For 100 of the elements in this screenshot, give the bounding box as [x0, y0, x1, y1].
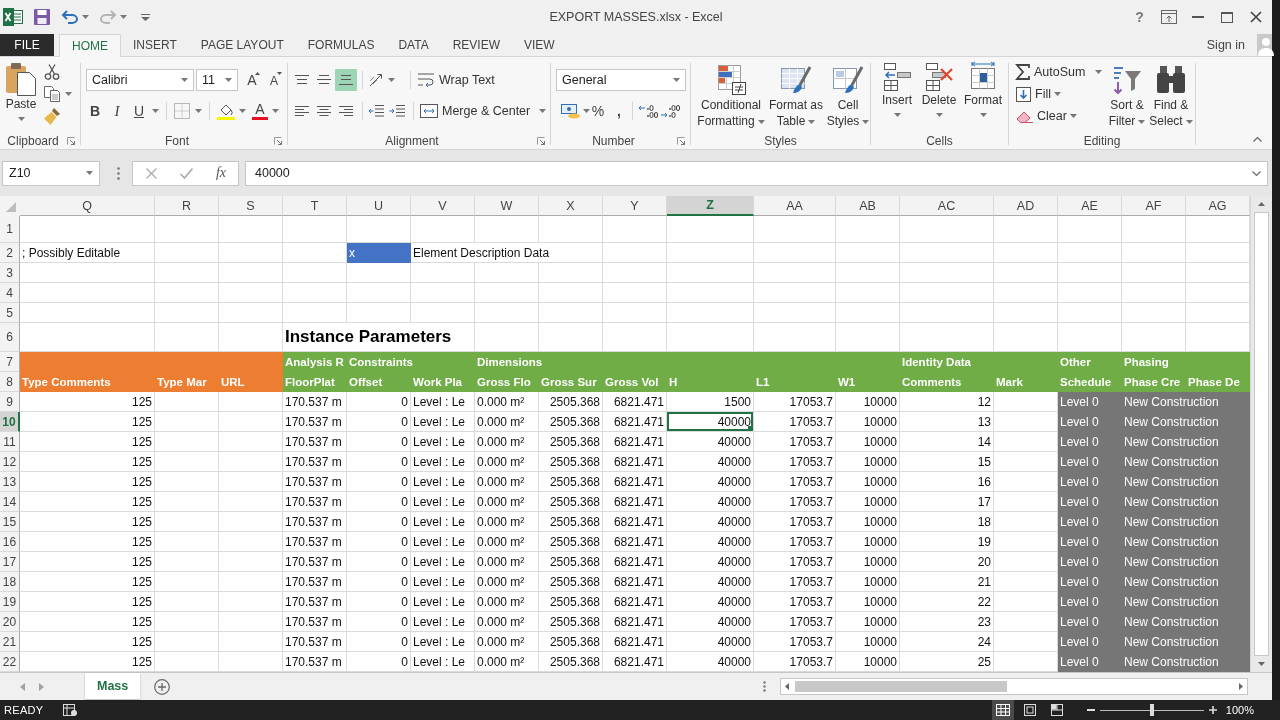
- caret-up-icon[interactable]: [255, 72, 260, 75]
- column-header[interactable]: V: [411, 196, 475, 216]
- indent-icon[interactable]: [389, 105, 405, 117]
- undo-icon[interactable]: [62, 10, 78, 24]
- column-header[interactable]: AD: [994, 196, 1058, 216]
- comma-button[interactable]: ,: [612, 100, 626, 122]
- underline-button[interactable]: U: [128, 100, 150, 122]
- caret-icon[interactable]: [388, 78, 395, 82]
- sort-filter-icon[interactable]: [1112, 65, 1142, 95]
- autosum-button[interactable]: AutoSum: [1014, 61, 1106, 83]
- expand-icon[interactable]: [1252, 170, 1261, 176]
- paintbrush-icon[interactable]: [44, 108, 60, 125]
- row-header[interactable]: 21: [0, 632, 20, 652]
- currency-icon[interactable]: [561, 103, 581, 119]
- row-header[interactable]: 1: [0, 216, 20, 243]
- column-header[interactable]: Q: [20, 196, 155, 216]
- caret-icon[interactable]: [181, 78, 188, 82]
- customize-icon[interactable]: [141, 13, 150, 21]
- clipboard-icon[interactable]: [6, 62, 36, 96]
- align-bottom-button[interactable]: [335, 69, 357, 91]
- row-header[interactable]: 7: [0, 352, 20, 372]
- more-icon[interactable]: [763, 681, 766, 692]
- eraser-icon[interactable]: [1016, 109, 1033, 123]
- column-header[interactable]: W: [475, 196, 539, 216]
- delete-cells-icon[interactable]: [924, 62, 954, 92]
- conditional-formatting-button[interactable]: Conditional Formatting: [696, 60, 766, 132]
- shrink-font-button[interactable]: A: [266, 69, 282, 91]
- format-cells-icon[interactable]: [968, 62, 998, 92]
- grow-font-button[interactable]: A: [244, 69, 260, 91]
- font-size-field[interactable]: 11: [196, 69, 238, 91]
- text-angle-icon[interactable]: [368, 73, 385, 87]
- column-header[interactable]: AB: [836, 196, 900, 216]
- align-bottom-icon[interactable]: [339, 75, 353, 85]
- name-box[interactable]: Z10: [2, 160, 100, 186]
- save-icon[interactable]: [34, 9, 50, 25]
- row-header[interactable]: 12: [0, 452, 20, 472]
- caret-icon[interactable]: [82, 15, 89, 19]
- merge-center-button[interactable]: Merge & Center: [420, 100, 547, 122]
- caret-icon[interactable]: [86, 171, 93, 175]
- caret-icon[interactable]: [152, 109, 159, 113]
- paint-bucket-icon[interactable]: [217, 102, 235, 120]
- column-header[interactable]: T: [283, 196, 347, 216]
- cell-styles-button[interactable]: Cell Styles: [826, 60, 870, 132]
- column-header[interactable]: AE: [1058, 196, 1122, 216]
- dialog-launcher-icon[interactable]: [274, 137, 282, 145]
- row-header[interactable]: 19: [0, 592, 20, 612]
- sheet-tab[interactable]: Mass: [85, 673, 141, 699]
- down-arrow-icon[interactable]: [1258, 662, 1265, 666]
- minus-icon[interactable]: [1086, 709, 1095, 711]
- fill-button[interactable]: Fill: [1014, 83, 1106, 105]
- collapse-ribbon-icon[interactable]: [1253, 137, 1262, 142]
- conditional-format-icon[interactable]: [716, 65, 746, 95]
- ribbon-tab[interactable]: HOME: [59, 34, 121, 57]
- insert-cells-icon[interactable]: [882, 62, 912, 92]
- caret-icon[interactable]: [808, 119, 816, 124]
- row-header[interactable]: 17: [0, 552, 20, 572]
- ribbon-tab[interactable]: VIEW: [512, 34, 567, 56]
- row-header[interactable]: 6: [0, 323, 20, 352]
- new-sheet-icon[interactable]: [154, 678, 171, 695]
- caret-icon[interactable]: [195, 109, 202, 113]
- caret-icon[interactable]: [583, 109, 590, 113]
- caret-icon[interactable]: [239, 109, 246, 113]
- cell-brush-icon[interactable]: [833, 65, 863, 95]
- row-header[interactable]: 3: [0, 263, 20, 283]
- caret-icon[interactable]: [757, 119, 765, 124]
- row-header[interactable]: 4: [0, 283, 20, 303]
- copy-icon[interactable]: [44, 86, 60, 102]
- formula-field[interactable]: 40000: [245, 160, 1268, 186]
- column-header[interactable]: AC: [900, 196, 994, 216]
- outdent-icon[interactable]: [368, 105, 384, 117]
- row-header[interactable]: 8: [0, 372, 20, 392]
- plus-icon[interactable]: [1208, 706, 1217, 714]
- caret-icon[interactable]: [17, 117, 25, 121]
- more-icon[interactable]: [117, 166, 120, 180]
- caret-icon[interactable]: [1095, 70, 1103, 74]
- file-tab[interactable]: FILE: [0, 34, 54, 56]
- column-header[interactable]: AA: [754, 196, 836, 216]
- italic-button[interactable]: I: [106, 100, 128, 122]
- close-icon[interactable]: [1249, 11, 1262, 23]
- caret-icon[interactable]: [979, 113, 987, 117]
- align-center-icon[interactable]: [317, 106, 331, 116]
- clear-button[interactable]: Clear: [1014, 105, 1106, 127]
- row-header[interactable]: 14: [0, 492, 20, 512]
- delete-button[interactable]: Delete: [917, 60, 961, 132]
- caret-icon[interactable]: [1053, 92, 1061, 96]
- row-header[interactable]: 10: [0, 412, 20, 432]
- font-color-button[interactable]: A: [252, 100, 268, 122]
- column-header[interactable]: Y: [603, 196, 667, 216]
- caret-icon[interactable]: [225, 78, 232, 82]
- fill-down-icon[interactable]: [1016, 86, 1031, 102]
- ribbon-options-icon[interactable]: [1160, 10, 1177, 24]
- dialog-launcher-icon[interactable]: [677, 137, 685, 145]
- caret-icon[interactable]: [935, 113, 943, 117]
- sign-in-link[interactable]: Sign in: [1206, 38, 1245, 52]
- align-right-icon[interactable]: [339, 106, 353, 116]
- zoom-slider[interactable]: [1099, 704, 1204, 716]
- row-header[interactable]: 11: [0, 432, 20, 452]
- dialog-launcher-icon[interactable]: [537, 137, 545, 145]
- page-break-icon[interactable]: [1050, 704, 1063, 716]
- decrease-decimal-icon[interactable]: [660, 104, 680, 118]
